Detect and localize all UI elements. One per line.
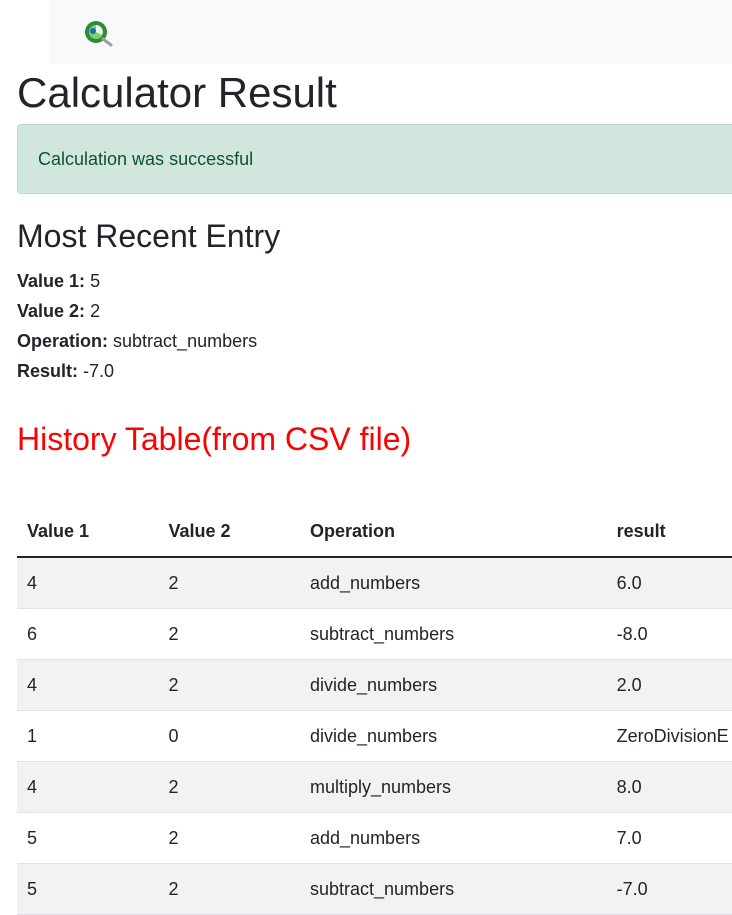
value1-label: Value 1: xyxy=(17,271,86,291)
table-cell: divide_numbers xyxy=(300,659,607,711)
table-cell: divide_numbers xyxy=(300,710,607,762)
table-row: 4 2 divide_numbers 2.0 xyxy=(17,659,732,711)
recent-result: Result: -7.0 xyxy=(17,356,114,386)
history-table: Value 1 Value 2 Operation result 4 2 add… xyxy=(17,506,732,915)
table-row: 1 0 divide_numbers ZeroDivisionE xyxy=(17,710,732,762)
table-cell: subtract_numbers xyxy=(300,863,607,915)
recent-value2: Value 2: 2 xyxy=(17,296,100,326)
table-cell: 2.0 xyxy=(606,659,732,711)
table-cell: 2 xyxy=(158,761,300,813)
table-cell: 4 xyxy=(17,659,159,711)
table-cell: 5 xyxy=(17,812,159,864)
value1-value: 5 xyxy=(90,271,101,291)
page-title: Calculator Result xyxy=(17,69,337,116)
table-cell: 4 xyxy=(17,557,159,609)
operation-label: Operation: xyxy=(17,331,109,351)
table-cell: add_numbers xyxy=(300,557,607,609)
table-cell: 2 xyxy=(158,863,300,915)
history-header-row: Value 1 Value 2 Operation result xyxy=(17,506,732,558)
column-header: Value 2 xyxy=(158,506,300,558)
table-cell: 8.0 xyxy=(606,761,732,813)
table-cell: 2 xyxy=(158,557,300,609)
table-cell: 1 xyxy=(17,710,159,762)
table-row: 6 2 subtract_numbers -8.0 xyxy=(17,608,732,660)
success-alert: Calculation was successful xyxy=(17,124,732,194)
result-label: Result: xyxy=(17,361,79,381)
history-heading: History Table(from CSV file) xyxy=(17,421,412,457)
operation-value: subtract_numbers xyxy=(113,331,258,351)
result-value: -7.0 xyxy=(83,361,115,381)
table-cell: 2 xyxy=(158,659,300,711)
app-logo-icon[interactable] xyxy=(83,19,113,47)
table-row: 4 2 multiply_numbers 8.0 xyxy=(17,761,732,813)
table-cell: 5 xyxy=(17,863,159,915)
table-cell: 6.0 xyxy=(606,557,732,609)
table-cell: 0 xyxy=(158,710,300,762)
table-cell: 4 xyxy=(17,761,159,813)
table-cell: -7.0 xyxy=(606,863,732,915)
value2-label: Value 2: xyxy=(17,301,86,321)
recent-value1: Value 1: 5 xyxy=(17,266,100,296)
table-cell: add_numbers xyxy=(300,812,607,864)
column-header: result xyxy=(606,506,732,558)
table-cell: multiply_numbers xyxy=(300,761,607,813)
table-row: 4 2 add_numbers 6.0 xyxy=(17,557,732,609)
column-header: Operation xyxy=(300,506,607,558)
table-cell: subtract_numbers xyxy=(300,608,607,660)
recent-entry-heading: Most Recent Entry xyxy=(17,218,281,254)
table-cell: -8.0 xyxy=(606,608,732,660)
table-row: 5 2 subtract_numbers -7.0 xyxy=(17,863,732,915)
table-cell: 2 xyxy=(158,812,300,864)
table-cell: ZeroDivisionE xyxy=(606,710,732,762)
table-row: 5 2 add_numbers 7.0 xyxy=(17,812,732,864)
table-cell: 7.0 xyxy=(606,812,732,864)
navbar xyxy=(49,0,732,64)
table-cell: 6 xyxy=(17,608,159,660)
alert-message: Calculation was successful xyxy=(38,149,254,169)
value2-value: 2 xyxy=(90,301,101,321)
column-header: Value 1 xyxy=(17,506,159,558)
table-cell: 2 xyxy=(158,608,300,660)
recent-operation: Operation: subtract_numbers xyxy=(17,326,257,356)
